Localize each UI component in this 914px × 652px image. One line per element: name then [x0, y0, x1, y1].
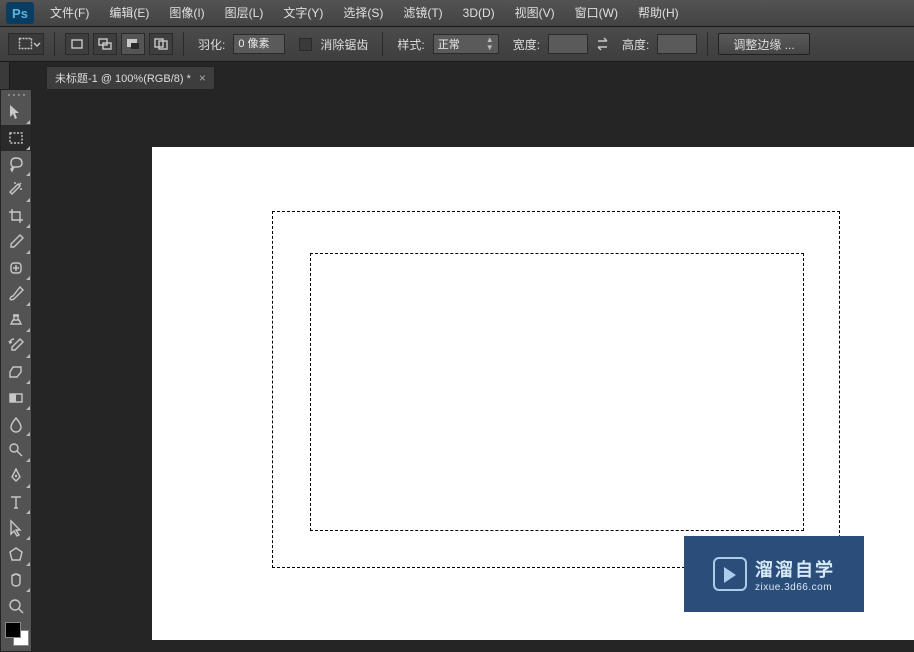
menu-3d[interactable]: 3D(D) [453, 0, 505, 27]
antialias-label: 消除锯齿 [320, 36, 368, 53]
divider [54, 32, 55, 56]
watermark-line2: zixue.3d66.com [755, 582, 832, 593]
feather-input[interactable]: 0 像素 [233, 34, 285, 54]
watermark-overlay: 溜溜自学 zixue.3d66.com [684, 536, 864, 612]
divider [707, 32, 708, 56]
menu-select[interactable]: 选择(S) [333, 0, 393, 27]
tool-lasso[interactable] [1, 151, 31, 177]
divider [382, 32, 383, 56]
panel-strip[interactable] [0, 62, 10, 89]
menu-help[interactable]: 帮助(H) [628, 0, 689, 27]
tool-history-brush[interactable] [1, 333, 31, 359]
height-label: 高度: [622, 36, 649, 53]
tool-magic-wand[interactable] [1, 177, 31, 203]
play-icon [713, 557, 747, 591]
color-swatches[interactable] [1, 619, 31, 651]
tool-rect-marquee[interactable] [1, 125, 31, 151]
style-label: 样式: [397, 36, 424, 53]
menu-image[interactable]: 图像(I) [159, 0, 214, 27]
menu-view[interactable]: 视图(V) [505, 0, 565, 27]
menu-window[interactable]: 窗口(W) [565, 0, 628, 27]
tool-pen[interactable] [1, 463, 31, 489]
mode-intersect[interactable] [149, 33, 173, 55]
app-logo: Ps [6, 2, 34, 24]
tool-eraser[interactable] [1, 359, 31, 385]
document-tab-area: 未标题-1 @ 100%(RGB/8) * × [0, 62, 914, 89]
menu-filter[interactable]: 滤镜(T) [393, 0, 452, 27]
antialias-checkbox[interactable]: 消除锯齿 [299, 36, 372, 53]
tool-type[interactable] [1, 489, 31, 515]
width-input[interactable] [548, 34, 588, 54]
tool-hand[interactable] [1, 567, 31, 593]
selection-mode-group [65, 33, 173, 55]
current-tool-preset[interactable] [8, 33, 44, 55]
width-label: 宽度: [513, 36, 540, 53]
document-title: 未标题-1 @ 100%(RGB/8) * [55, 70, 191, 86]
watermark-text: 溜溜自学 zixue.3d66.com [755, 556, 835, 593]
refine-edge-button[interactable]: 调整边缘 ... [718, 33, 809, 55]
tool-path-select[interactable] [1, 515, 31, 541]
document-tab[interactable]: 未标题-1 @ 100%(RGB/8) * × [46, 66, 215, 89]
height-input[interactable] [657, 34, 697, 54]
divider [183, 32, 184, 56]
foreground-color-swatch[interactable] [5, 622, 21, 638]
tool-dodge[interactable] [1, 437, 31, 463]
selection-inner [310, 253, 804, 531]
toolbox [0, 89, 32, 652]
tool-blur[interactable] [1, 411, 31, 437]
tool-eyedropper[interactable] [1, 229, 31, 255]
tool-zoom[interactable] [1, 593, 31, 619]
style-value: 正常 [438, 36, 460, 52]
swap-dimensions-icon[interactable] [592, 34, 614, 54]
feather-label: 羽化: [198, 36, 225, 53]
options-bar: 羽化: 0 像素 消除锯齿 样式: 正常 ▲▼ 宽度: 高度: 调整边缘 ... [0, 27, 914, 62]
menu-edit[interactable]: 编辑(E) [99, 0, 159, 27]
tool-gradient[interactable] [1, 385, 31, 411]
menu-file[interactable]: 文件(F) [40, 0, 99, 27]
tool-brush[interactable] [1, 281, 31, 307]
mode-new[interactable] [65, 33, 89, 55]
menu-layer[interactable]: 图层(L) [215, 0, 274, 27]
checkbox-icon [299, 38, 312, 51]
mode-subtract[interactable] [121, 33, 145, 55]
toolbox-grip[interactable] [1, 90, 31, 99]
chevron-down-icon: ▲▼ [486, 36, 494, 52]
tool-move[interactable] [1, 99, 31, 125]
tool-clone-stamp[interactable] [1, 307, 31, 333]
watermark-line1: 溜溜自学 [755, 556, 835, 582]
close-icon[interactable]: × [199, 71, 206, 85]
tool-shape[interactable] [1, 541, 31, 567]
tool-healing-brush[interactable] [1, 255, 31, 281]
mode-add[interactable] [93, 33, 117, 55]
menu-bar: Ps 文件(F) 编辑(E) 图像(I) 图层(L) 文字(Y) 选择(S) 滤… [0, 0, 914, 27]
menu-type[interactable]: 文字(Y) [273, 0, 333, 27]
style-select[interactable]: 正常 ▲▼ [433, 34, 499, 54]
tool-crop[interactable] [1, 203, 31, 229]
